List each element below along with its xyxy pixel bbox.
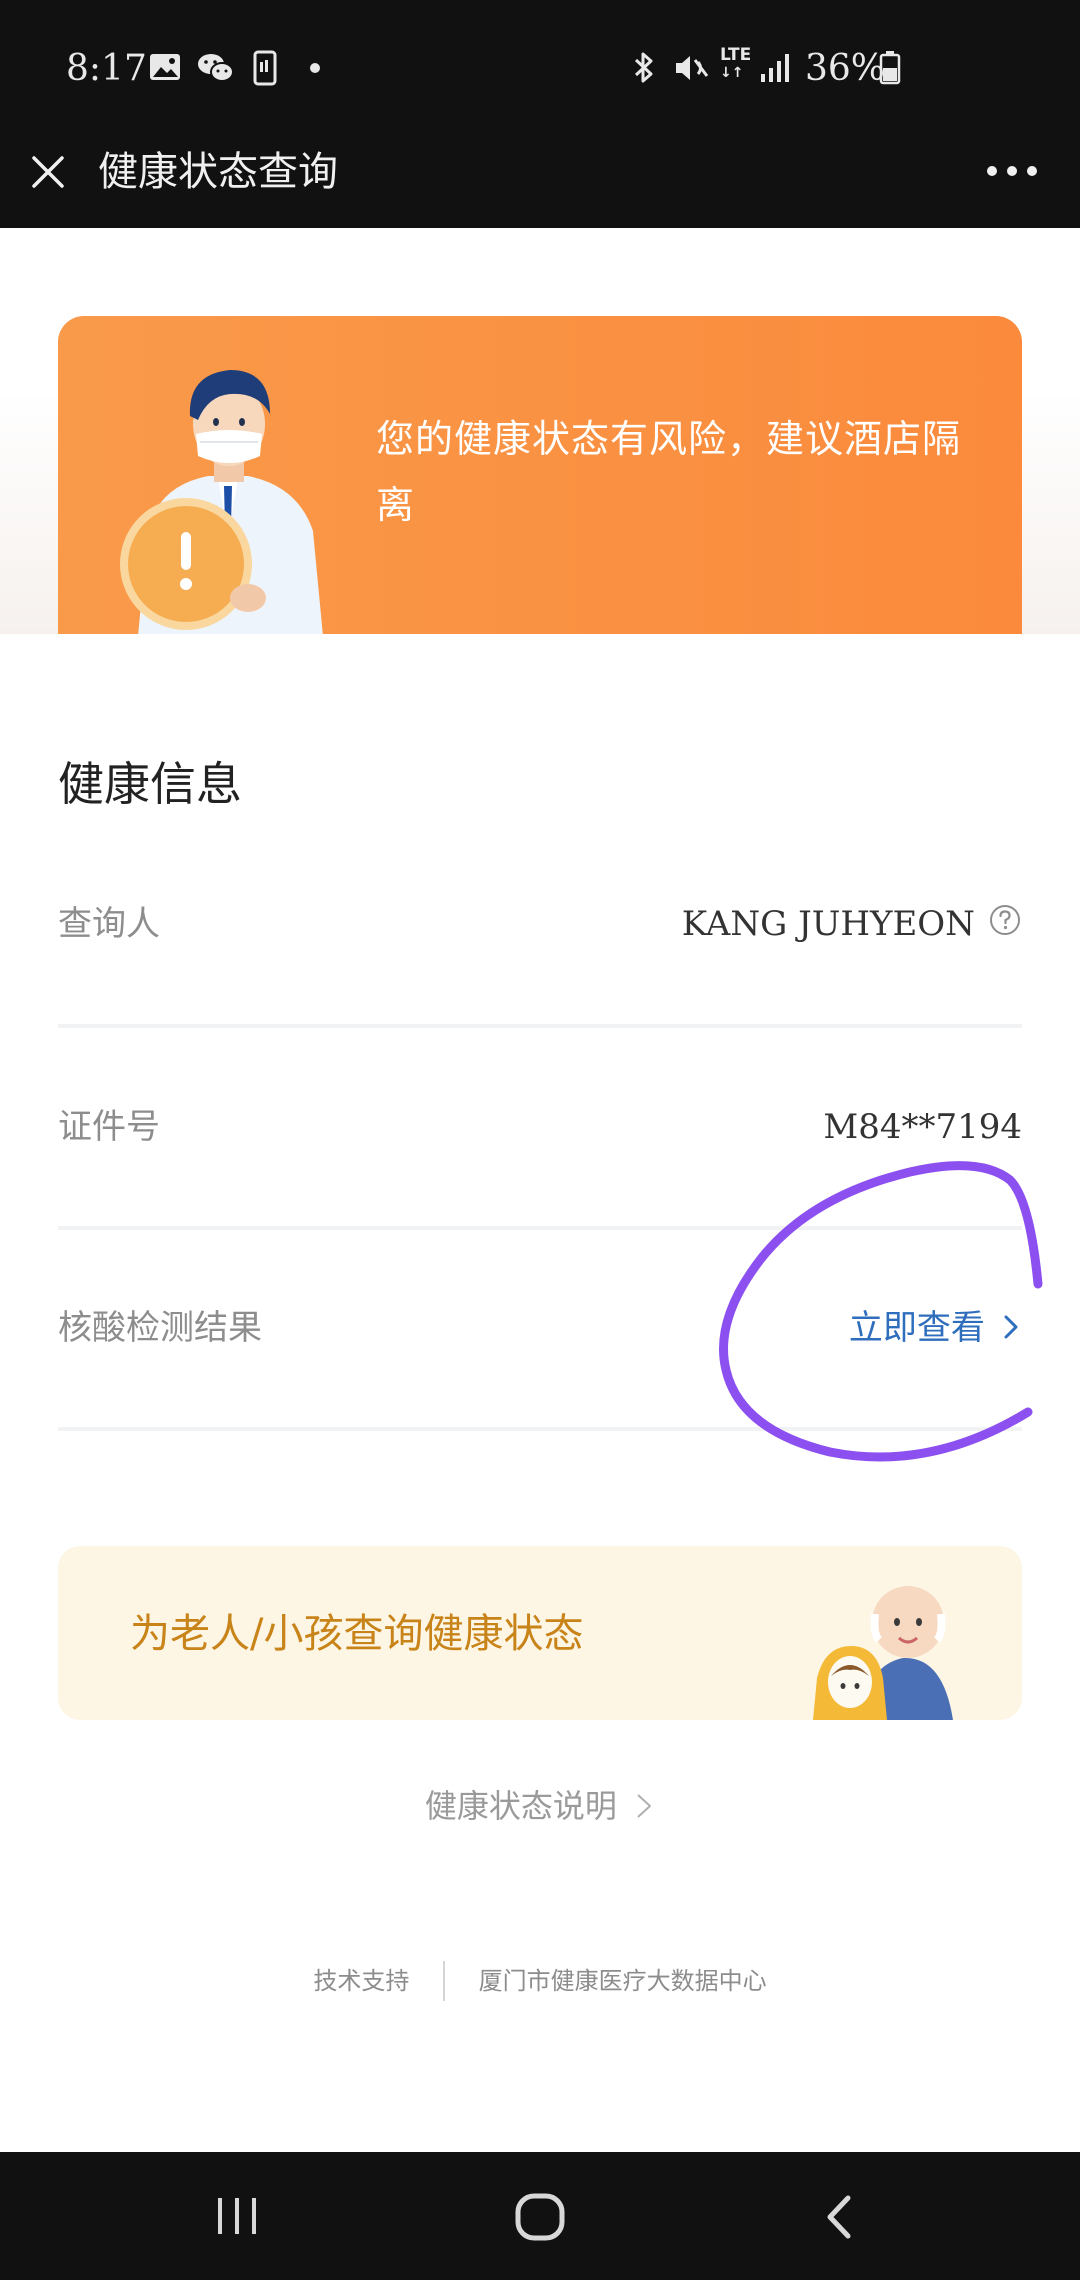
health-info-title: 健康信息 bbox=[58, 757, 242, 811]
query-person-label: 查询人 bbox=[58, 904, 160, 944]
wechat-icon bbox=[198, 54, 234, 82]
divider bbox=[58, 1024, 1022, 1028]
health-status-message: 您的健康状态有风险，建议酒店隔离 bbox=[376, 417, 962, 527]
bluetooth-icon bbox=[634, 52, 653, 83]
notification-dot-icon bbox=[310, 63, 320, 73]
back-icon[interactable] bbox=[820, 2192, 860, 2242]
battery-icon bbox=[879, 51, 901, 85]
footer: 技术支持 厦门市健康医疗大数据中心 bbox=[0, 1958, 1080, 2002]
elderly-child-query-label: 为老人/小孩查询健康状态 bbox=[130, 1611, 584, 1657]
gallery-icon bbox=[150, 54, 180, 80]
chevron-right-icon bbox=[637, 1794, 652, 1818]
page-title: 健康状态查询 bbox=[98, 149, 338, 195]
close-icon[interactable] bbox=[30, 154, 66, 190]
lte-icon: LTE ↓↑ bbox=[720, 46, 756, 86]
doctor-illustration bbox=[120, 370, 323, 634]
recent-apps-icon[interactable] bbox=[212, 2194, 262, 2238]
id-number-value: M84**7194 bbox=[823, 1107, 1022, 1147]
footer-separator bbox=[443, 1961, 445, 2001]
nucleic-test-label: 核酸检测结果 bbox=[58, 1308, 262, 1348]
hand-drawn-circle-annotation bbox=[719, 1161, 1043, 1462]
health-status-explanation-link[interactable]: 健康状态说明 bbox=[0, 1782, 1080, 1830]
status-time: 8:17 bbox=[66, 48, 147, 89]
help-icon[interactable] bbox=[988, 903, 1022, 937]
explanation-label: 健康状态说明 bbox=[424, 1787, 617, 1825]
tech-support-provider: 厦门市健康医疗大数据中心 bbox=[478, 1967, 767, 1995]
query-person-row-value: KANG JUHYEON bbox=[682, 900, 1022, 948]
home-icon[interactable] bbox=[512, 2192, 568, 2242]
elderly-child-illustration bbox=[813, 1586, 953, 1720]
system-navigation-bar bbox=[0, 2152, 1080, 2280]
id-number-label: 证件号 bbox=[58, 1107, 160, 1147]
mute-icon bbox=[676, 56, 709, 80]
more-options-icon[interactable] bbox=[986, 160, 1038, 182]
battery-percentage: 36% bbox=[805, 48, 886, 89]
title-bar: 健康状态查询 bbox=[0, 114, 1080, 228]
network-type: LTE bbox=[720, 45, 752, 65]
elderly-child-query-card[interactable]: 为老人/小孩查询健康状态 bbox=[58, 1546, 1022, 1720]
tech-support-label: 技术支持 bbox=[313, 1967, 410, 1995]
health-status-banner: 您的健康状态有风险，建议酒店隔离 bbox=[58, 316, 1022, 634]
query-person-name: KANG JUHYEON bbox=[681, 904, 975, 944]
phone-app-icon bbox=[253, 50, 277, 86]
signal-icon bbox=[761, 54, 789, 82]
